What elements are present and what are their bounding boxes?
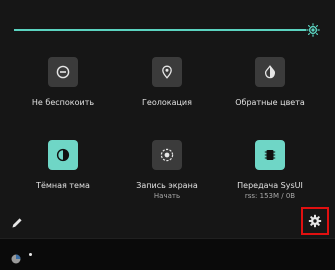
edit-tiles-button[interactable] <box>10 215 24 229</box>
tile-label: Тёмная тема <box>36 181 90 190</box>
tile-icon-box <box>152 57 182 87</box>
notification-dot <box>29 253 32 256</box>
gear-icon <box>308 214 322 228</box>
tile-icon-box <box>152 140 182 170</box>
brightness-icon <box>306 23 320 37</box>
app-notification-icon <box>11 249 21 264</box>
location-pin-icon <box>162 65 172 79</box>
settings-button[interactable] <box>301 207 329 235</box>
tile-label: Не беспокоить <box>31 98 95 107</box>
tile-icon-box <box>255 57 285 87</box>
minus-circle-icon <box>56 65 70 79</box>
tile-label: Обратные цвета <box>235 98 305 107</box>
tile-label: Геолокация <box>142 98 192 107</box>
pencil-icon <box>12 218 22 228</box>
quick-settings-panel: Не беспокоить Геолокация Обратные цвета <box>0 0 335 238</box>
tile-sublabel: rss: 153M / 0B <box>244 192 296 200</box>
tile-label: Запись экрана <box>136 181 198 190</box>
tile-sublabel: Начать <box>153 192 181 200</box>
tile-label: Передача SysUI <box>237 181 303 190</box>
tile-sysui-dump[interactable]: Передача SysUI rss: 153M / 0B <box>222 140 318 201</box>
memory-chip-icon <box>264 150 276 160</box>
status-bar <box>0 238 335 270</box>
tile-icon-box <box>255 140 285 170</box>
tile-icon-box <box>48 57 78 87</box>
invert-colors-icon <box>265 65 275 79</box>
tile-screen-record[interactable]: Запись экрана Начать <box>119 140 215 201</box>
tile-dark-theme[interactable]: Тёмная тема <box>15 140 111 191</box>
brightness-thumb[interactable] <box>306 23 320 37</box>
tile-location[interactable]: Геолокация <box>119 57 215 108</box>
tile-do-not-disturb[interactable]: Не беспокоить <box>15 57 111 108</box>
tile-invert-colors[interactable]: Обратные цвета <box>222 57 318 108</box>
brightness-track[interactable] <box>14 29 313 31</box>
brightness-slider[interactable] <box>14 22 320 38</box>
dark-theme-icon <box>56 148 70 162</box>
tile-icon-box <box>48 140 78 170</box>
screen-record-icon <box>160 148 174 162</box>
